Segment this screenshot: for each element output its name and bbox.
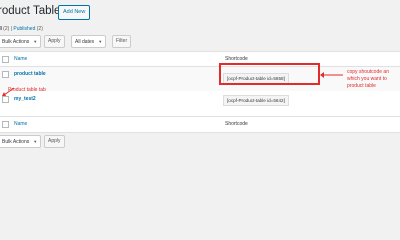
note-line: which you want to [347, 76, 387, 82]
product-table-tab-note: Product table tab [8, 87, 46, 93]
note-line: copy shoutcode an [347, 69, 389, 75]
arrow-to-note [320, 72, 343, 78]
note-line: product table [347, 83, 376, 89]
copy-shortcode-note: copy shoutcode an which you want to prod… [347, 69, 389, 90]
annotation-arrows [2, 72, 343, 96]
